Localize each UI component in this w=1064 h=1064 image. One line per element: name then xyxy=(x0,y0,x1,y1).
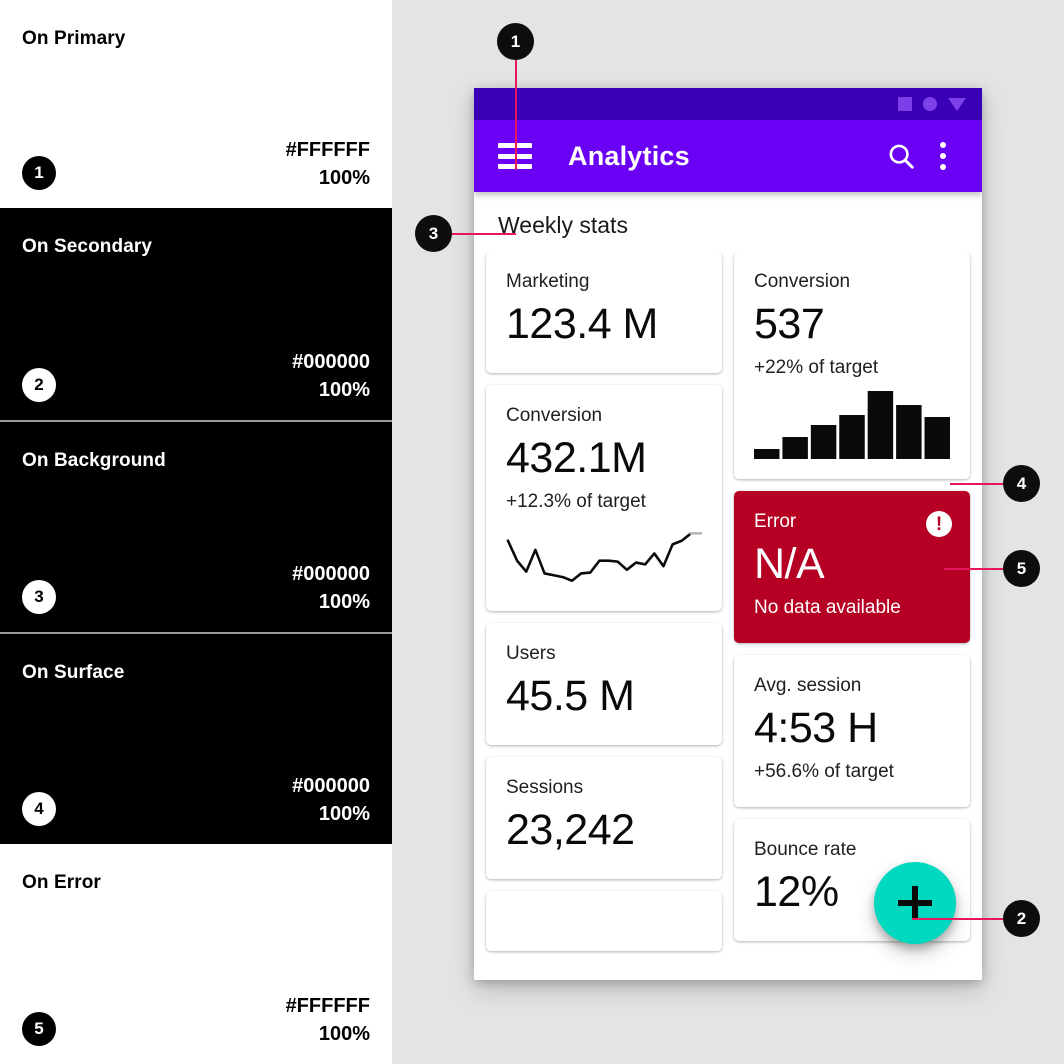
swatch-opacity: 100% xyxy=(318,803,370,825)
swatch-opacity: 100% xyxy=(318,167,370,189)
swatch-badge: 2 xyxy=(22,368,56,402)
callout-marker-2: 2 xyxy=(1003,900,1040,937)
sparkline-chart xyxy=(506,531,702,583)
status-bar xyxy=(474,88,982,120)
swatch-badge: 3 xyxy=(22,580,56,614)
card-label: Sessions xyxy=(506,777,584,798)
section-title: Weekly stats xyxy=(474,192,982,251)
card-users[interactable]: Users 45.5 M xyxy=(486,623,722,745)
callout-marker-5: 5 xyxy=(1003,550,1040,587)
swatch-label: On Error xyxy=(22,872,101,893)
grid-column-right: Conversion 537 +22% of target Error ! N/… xyxy=(734,251,970,941)
card-subtext: No data available xyxy=(754,597,901,618)
card-value: N/A xyxy=(754,540,825,588)
callout-marker-3: 3 xyxy=(415,215,452,252)
search-icon[interactable] xyxy=(880,141,922,171)
swatch-opacity: 100% xyxy=(318,1023,370,1045)
card-label: Users xyxy=(506,643,556,664)
swatch-on-secondary[interactable]: On Secondary #000000 100% 2 xyxy=(0,208,392,420)
floating-action-button[interactable] xyxy=(874,862,956,944)
card-label: Marketing xyxy=(506,271,590,292)
card-label: Avg. session xyxy=(754,675,862,696)
swatch-hex: #000000 xyxy=(292,775,370,797)
card-value: 123.4 M xyxy=(506,300,658,348)
swatch-label: On Primary xyxy=(22,28,126,49)
card-label: Bounce rate xyxy=(754,839,857,860)
swatch-hex: #FFFFFF xyxy=(285,995,370,1017)
leader-line-1 xyxy=(515,58,517,170)
triangle-down-icon xyxy=(948,97,966,111)
swatch-badge: 5 xyxy=(22,1012,56,1046)
app-title: Analytics xyxy=(568,140,690,171)
swatch-meta: #FFFFFF 100% xyxy=(286,992,370,1048)
card-value: 23,242 xyxy=(506,806,635,854)
stats-card-grid: Marketing 123.4 M Conversion 432.1M +12.… xyxy=(474,251,982,951)
card-error[interactable]: Error ! N/A No data available xyxy=(734,491,970,643)
swatch-on-error[interactable]: On Error #FFFFFF 100% 5 xyxy=(0,844,392,1064)
grid-column-left: Marketing 123.4 M Conversion 432.1M +12.… xyxy=(486,251,722,951)
screenshot-root: On Primary #FFFFFF 100% 1 On Secondary #… xyxy=(0,0,1064,1064)
card-conversion-bars[interactable]: Conversion 537 +22% of target xyxy=(734,251,970,479)
leader-line-3 xyxy=(450,233,516,235)
swatch-hex: #FFFFFF xyxy=(285,139,370,161)
swatch-opacity: 100% xyxy=(318,591,370,613)
plus-icon xyxy=(898,886,932,920)
swatch-meta: #000000 100% xyxy=(292,772,370,828)
square-icon xyxy=(898,97,912,111)
card-avg-session[interactable]: Avg. session 4:53 H +56.6% of target xyxy=(734,655,970,807)
card-value: 4:53 H xyxy=(754,704,878,752)
card-marketing[interactable]: Marketing 123.4 M xyxy=(486,251,722,373)
color-swatch-panel: On Primary #FFFFFF 100% 1 On Secondary #… xyxy=(0,0,392,1064)
card-subtext: +22% of target xyxy=(754,357,879,378)
swatch-on-surface[interactable]: On Surface #000000 100% 4 xyxy=(0,632,392,844)
swatch-meta: #FFFFFF 100% xyxy=(286,136,370,192)
swatch-meta: #000000 100% xyxy=(292,348,370,404)
swatch-label: On Secondary xyxy=(22,236,153,257)
card-label: Conversion xyxy=(506,405,603,426)
swatch-label: On Background xyxy=(22,450,166,471)
card-conversion-trend[interactable]: Conversion 432.1M +12.3% of target xyxy=(486,385,722,611)
swatch-label: On Surface xyxy=(22,662,125,683)
card-label: Conversion xyxy=(754,271,851,292)
card-label: Error xyxy=(754,511,797,532)
card-value: 45.5 M xyxy=(506,672,635,720)
swatch-badge: 1 xyxy=(22,156,56,190)
swatch-hex: #000000 xyxy=(292,351,370,373)
swatch-opacity: 100% xyxy=(318,379,370,401)
callout-marker-1: 1 xyxy=(497,23,534,60)
phone-device-mockup: Analytics Weekly stats Marketing 123.4 M… xyxy=(474,88,982,980)
circle-icon xyxy=(923,97,937,111)
app-bar: Analytics xyxy=(474,120,982,192)
swatch-on-background[interactable]: On Background #000000 100% 3 xyxy=(0,420,392,632)
card-sessions[interactable]: Sessions 23,242 xyxy=(486,757,722,879)
overflow-menu-icon[interactable] xyxy=(922,142,964,170)
swatch-meta: #000000 100% xyxy=(292,560,370,616)
card-partial-bottom-left[interactable] xyxy=(486,891,722,951)
card-subtext: +12.3% of target xyxy=(506,491,646,512)
card-subtext: +56.6% of target xyxy=(754,761,894,782)
card-value: 432.1M xyxy=(506,434,647,482)
callout-marker-4: 4 xyxy=(1003,465,1040,502)
card-value: 537 xyxy=(754,300,825,348)
swatch-on-primary[interactable]: On Primary #FFFFFF 100% 1 xyxy=(0,0,392,208)
error-exclamation-icon: ! xyxy=(926,511,952,537)
swatch-badge: 4 xyxy=(22,792,56,826)
bar-chart xyxy=(754,391,950,459)
swatch-hex: #000000 xyxy=(292,563,370,585)
mockup-backdrop: Analytics Weekly stats Marketing 123.4 M… xyxy=(392,0,1064,1064)
